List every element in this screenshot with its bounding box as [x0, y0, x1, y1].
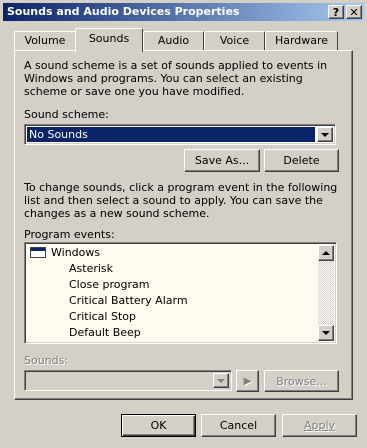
tab-volume[interactable]: Volume [14, 31, 76, 51]
cancel-button[interactable]: Cancel [201, 414, 276, 437]
tab-voice-label: Voice [219, 34, 250, 47]
arrow-down-icon [322, 331, 330, 335]
chevron-down-icon [321, 132, 329, 137]
list-item[interactable]: Close program [69, 277, 149, 293]
tab-hardware[interactable]: Hardware [265, 31, 338, 51]
tab-volume-label: Volume [24, 34, 66, 47]
program-events-list[interactable]: Windows Asterisk Close program Critical … [24, 242, 337, 344]
sound-scheme-value: No Sounds [27, 127, 315, 142]
sound-scheme-dropdown[interactable]: No Sounds [24, 124, 336, 145]
tab-sounds-label: Sounds [88, 32, 130, 45]
program-events-label: Program events: [24, 228, 115, 241]
browse-button[interactable]: Browse... [264, 370, 339, 392]
list-item[interactable]: Default Beep [69, 325, 141, 341]
sounds-tab-panel [14, 50, 353, 400]
title-bar[interactable]: Sounds and Audio Devices Properties ? ✕ [3, 3, 364, 21]
apply-label: Apply [303, 419, 336, 432]
tab-audio[interactable]: Audio [143, 31, 204, 51]
window-icon [30, 246, 46, 258]
list-item[interactable]: Critical Battery Alarm [69, 293, 188, 309]
scheme-label: Sound scheme: [24, 108, 109, 121]
play-button[interactable]: ▶ [236, 370, 259, 392]
play-icon: ▶ [243, 375, 252, 387]
delete-label: Delete [283, 154, 320, 167]
list-item[interactable]: Asterisk [69, 261, 113, 277]
tab-voice[interactable]: Voice [204, 31, 265, 51]
group-label: Windows [51, 246, 101, 259]
close-button[interactable]: ✕ [346, 5, 362, 19]
cancel-label: Cancel [219, 419, 258, 432]
arrow-up-icon [322, 251, 330, 255]
sounds-dropdown-button[interactable] [213, 373, 229, 388]
scroll-down-button[interactable] [318, 325, 334, 341]
help-button[interactable]: ? [328, 5, 344, 19]
chevron-down-icon [217, 378, 225, 383]
tab-sounds[interactable]: Sounds [75, 28, 143, 52]
sound-scheme-dropdown-button[interactable] [317, 127, 333, 142]
save-as-label: Save As... [194, 154, 250, 167]
list-item-windows-group[interactable]: Windows [30, 245, 100, 261]
list-item[interactable]: Critical Stop [69, 309, 136, 325]
ok-label: OK [150, 419, 167, 432]
sounds-dropdown[interactable] [24, 370, 232, 391]
instructions-text: To change sounds, click a program event … [24, 181, 338, 220]
tab-hardware-label: Hardware [274, 34, 329, 47]
scheme-description: A sound scheme is a set of sounds applie… [24, 59, 328, 98]
close-icon: ✕ [349, 5, 359, 19]
window-title: Sounds and Audio Devices Properties [7, 5, 240, 18]
sounds-label: Sounds: [24, 354, 69, 367]
ok-button[interactable]: OK [121, 414, 196, 437]
help-icon: ? [332, 5, 340, 19]
delete-button[interactable]: Delete [264, 149, 339, 172]
browse-label: Browse... [276, 374, 327, 388]
tab-audio-label: Audio [157, 34, 190, 47]
scroll-up-button[interactable] [318, 245, 334, 261]
apply-button[interactable]: Apply [282, 414, 357, 437]
events-scrollbar[interactable] [318, 245, 334, 341]
save-as-button[interactable]: Save As... [184, 149, 260, 172]
